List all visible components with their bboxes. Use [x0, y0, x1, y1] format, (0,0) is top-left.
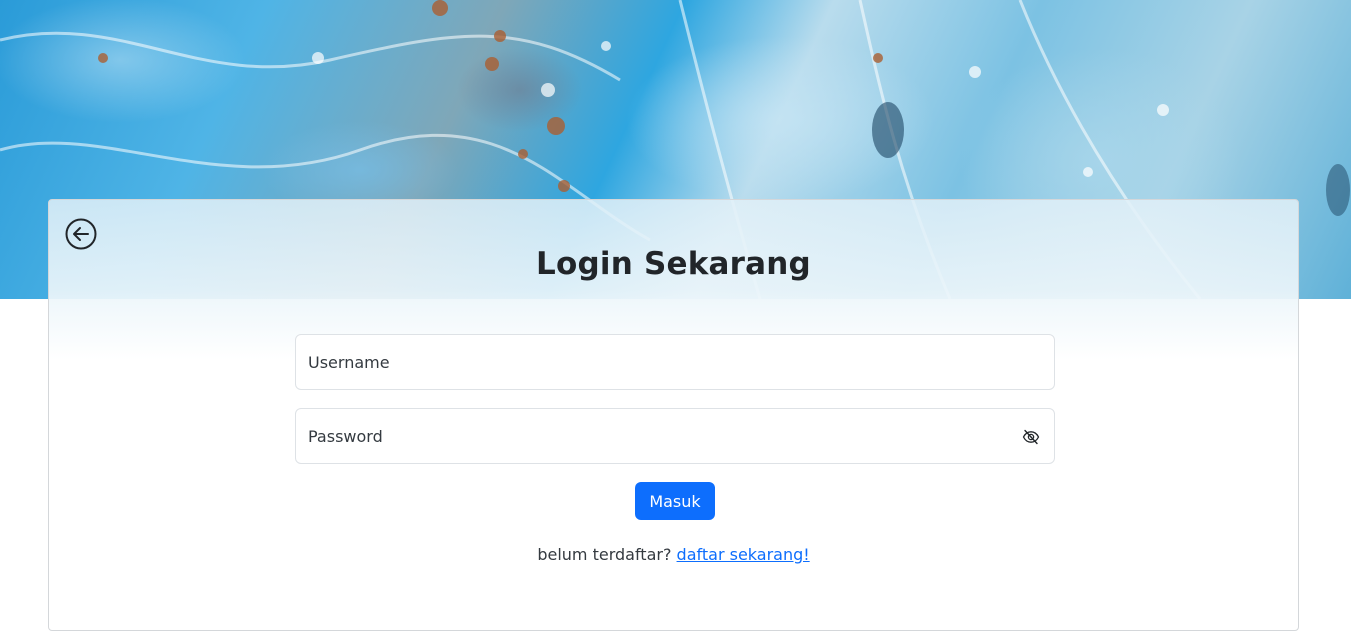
register-prompt: belum terdaftar? daftar sekarang! [49, 545, 1298, 564]
password-toggle-button[interactable] [1022, 428, 1040, 446]
page-title: Login Sekarang [536, 246, 811, 282]
login-submit-button[interactable]: Masuk [635, 482, 715, 520]
register-prompt-text: belum terdaftar? [537, 545, 672, 564]
password-field-wrapper [295, 408, 1055, 464]
username-input[interactable] [296, 335, 998, 389]
username-field-wrapper [295, 334, 1055, 390]
eye-slash-icon [1022, 429, 1040, 445]
login-card: Login Sekarang Masuk belum terdaftar? da… [48, 199, 1299, 631]
register-link[interactable]: daftar sekarang! [677, 545, 810, 564]
password-input[interactable] [296, 409, 998, 463]
